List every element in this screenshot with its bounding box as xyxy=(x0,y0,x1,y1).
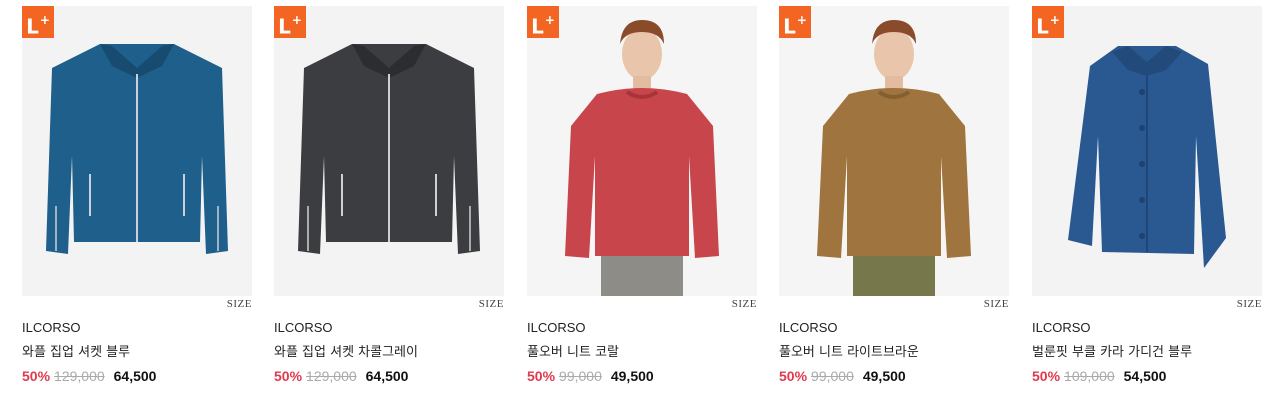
size-label[interactable]: SIZE xyxy=(984,298,1009,310)
product-card[interactable]: L+ SIZE ILCORSO 벌룬핏 부클 카라 가디건 블루 50% 109,… xyxy=(1032,6,1262,384)
product-name[interactable]: 풀오버 니트 코랄 xyxy=(527,341,619,360)
size-label[interactable]: SIZE xyxy=(227,298,252,310)
sale-price: 54,500 xyxy=(1123,368,1167,384)
product-name[interactable]: 와플 집업 셔켓 차콜그레이 xyxy=(274,341,418,360)
discount-rate: 50% xyxy=(779,368,808,384)
product-image[interactable]: L+ xyxy=(527,6,757,296)
sale-price: 49,500 xyxy=(862,368,906,384)
original-price: 129,000 xyxy=(54,368,105,384)
original-price: 109,000 xyxy=(1064,368,1115,384)
product-grid: L+ SIZE ILCORSO 와플 집업 셔켓 블루 50% 129,000 64… xyxy=(0,0,1268,409)
l-plus-badge-icon: L+ xyxy=(274,6,306,39)
product-name[interactable]: 풀오버 니트 라이트브라운 xyxy=(779,341,919,360)
product-image[interactable]: L+ xyxy=(1032,6,1262,296)
product-name[interactable]: 벌룬핏 부클 카라 가디건 블루 xyxy=(1032,341,1192,360)
size-label[interactable]: SIZE xyxy=(1237,298,1262,310)
price-row: 50% 109,000 54,500 xyxy=(1032,368,1166,384)
product-brand[interactable]: ILCORSO xyxy=(274,320,333,335)
discount-rate: 50% xyxy=(1032,368,1061,384)
sale-price: 64,500 xyxy=(365,368,409,384)
discount-rate: 50% xyxy=(274,368,303,384)
price-row: 50% 129,000 64,500 xyxy=(274,368,408,384)
size-label[interactable]: SIZE xyxy=(479,298,504,310)
product-card[interactable]: L+ SIZE ILCORSO 풀오버 니트 코랄 50% 99,000 49,50… xyxy=(527,6,757,384)
sale-price: 64,500 xyxy=(113,368,157,384)
product-card[interactable]: L+ SIZE ILCORSO 와플 집업 셔켓 블루 50% 129,000 64… xyxy=(22,6,252,384)
discount-rate: 50% xyxy=(22,368,51,384)
price-row: 50% 129,000 64,500 xyxy=(22,368,156,384)
original-price: 99,000 xyxy=(811,368,854,384)
l-plus-badge-icon: L+ xyxy=(527,6,559,39)
product-image[interactable]: L+ xyxy=(22,6,252,296)
product-card[interactable]: L+ SIZE ILCORSO 풀오버 니트 라이트브라운 50% 99,000 4… xyxy=(779,6,1009,384)
product-brand[interactable]: ILCORSO xyxy=(22,320,81,335)
product-brand[interactable]: ILCORSO xyxy=(1032,320,1091,335)
product-brand[interactable]: ILCORSO xyxy=(527,320,586,335)
original-price: 99,000 xyxy=(559,368,602,384)
product-brand[interactable]: ILCORSO xyxy=(779,320,838,335)
l-plus-badge-icon: L+ xyxy=(1032,6,1064,39)
price-row: 50% 99,000 49,500 xyxy=(779,368,906,384)
discount-rate: 50% xyxy=(527,368,556,384)
price-row: 50% 99,000 49,500 xyxy=(527,368,654,384)
sale-price: 49,500 xyxy=(610,368,654,384)
l-plus-badge-icon: L+ xyxy=(779,6,811,39)
size-label[interactable]: SIZE xyxy=(732,298,757,310)
product-name[interactable]: 와플 집업 셔켓 블루 xyxy=(22,341,130,360)
l-plus-badge-icon: L+ xyxy=(22,6,54,39)
original-price: 129,000 xyxy=(306,368,357,384)
product-card[interactable]: L+ SIZE ILCORSO 와플 집업 셔켓 차콜그레이 50% 129,00… xyxy=(274,6,504,384)
product-image[interactable]: L+ xyxy=(274,6,504,296)
product-image[interactable]: L+ xyxy=(779,6,1009,296)
